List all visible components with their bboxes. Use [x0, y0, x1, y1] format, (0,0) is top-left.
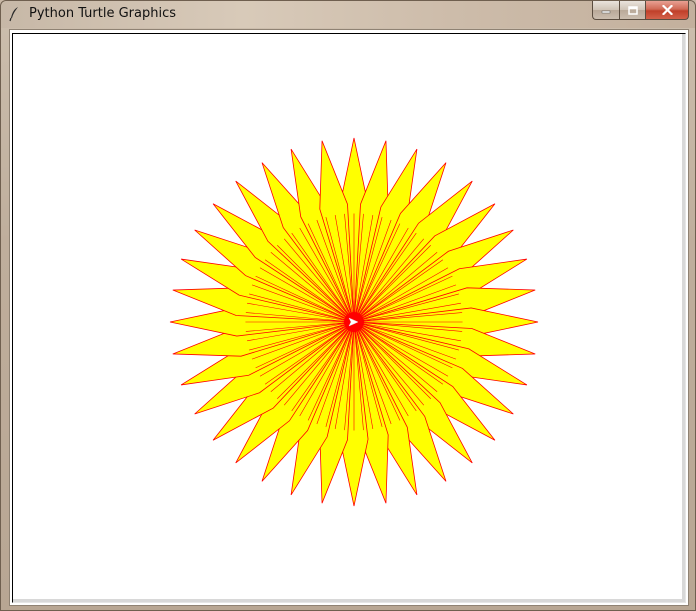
minimize-icon	[601, 10, 611, 14]
maximize-icon	[627, 5, 638, 15]
horizontal-scrollbar[interactable]	[13, 599, 685, 602]
maximize-button[interactable]	[619, 1, 645, 20]
feather-icon	[9, 7, 18, 22]
turtle-window: Python Turtle Graphics	[0, 0, 696, 611]
minimize-button[interactable]	[592, 1, 619, 20]
window-controls	[592, 1, 689, 20]
turtle-canvas[interactable]	[12, 33, 686, 603]
client-area	[9, 29, 689, 606]
turtle-drawing	[169, 137, 539, 507]
vertical-scrollbar[interactable]	[682, 34, 685, 602]
title-bar[interactable]: Python Turtle Graphics	[1, 1, 695, 28]
close-button[interactable]	[645, 1, 689, 20]
close-icon	[661, 5, 673, 15]
window-title: Python Turtle Graphics	[29, 6, 176, 21]
